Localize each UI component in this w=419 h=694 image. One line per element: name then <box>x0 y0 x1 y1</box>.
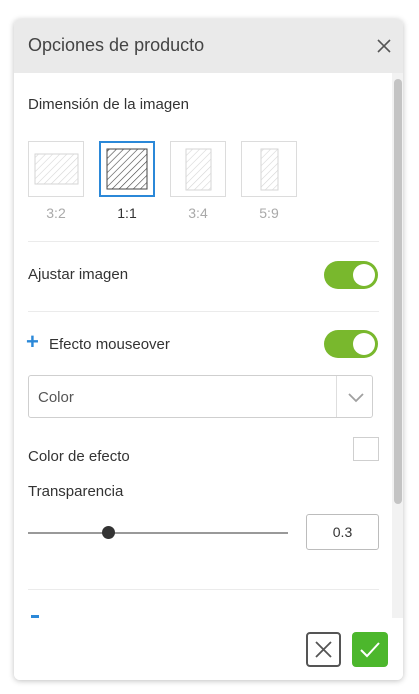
divider <box>28 241 379 242</box>
close-icon <box>315 641 332 658</box>
panel-title: Opciones de producto <box>28 35 205 55</box>
ratio-option-1-1[interactable] <box>99 141 155 197</box>
confirm-button[interactable] <box>352 632 388 667</box>
image-dimension-label: Dimensión de la imagen <box>28 96 189 113</box>
scrollbar-thumb[interactable] <box>394 79 402 504</box>
chevron-down-icon <box>348 393 364 403</box>
toggle-knob <box>353 264 375 286</box>
effect-type-select[interactable]: Color <box>28 375 373 418</box>
effect-type-value: Color <box>38 389 74 406</box>
transparency-slider-track[interactable] <box>28 532 288 534</box>
ratio-3-2-icon <box>34 153 79 185</box>
effect-color-swatch[interactable] <box>353 437 379 461</box>
check-icon <box>360 642 380 658</box>
divider <box>28 311 379 312</box>
ratio-label-3-4: 3:4 <box>188 205 208 221</box>
ratio-option-5-9[interactable] <box>241 141 297 197</box>
mouseover-label: Efecto mouseover <box>49 336 170 353</box>
fit-image-toggle[interactable] <box>324 261 378 289</box>
cancel-button[interactable] <box>306 632 341 667</box>
ratio-label-3-2: 3:2 <box>46 205 66 221</box>
ratio-option-3-2[interactable] <box>28 141 84 197</box>
select-separator <box>336 376 337 417</box>
close-icon[interactable] <box>374 36 394 56</box>
product-options-panel: Opciones de producto Dimensión de la ima… <box>14 19 403 680</box>
panel-footer <box>14 618 403 680</box>
fit-image-label: Ajustar imagen <box>28 266 129 283</box>
effect-color-label: Color de efecto <box>28 448 130 465</box>
divider <box>28 589 379 590</box>
transparency-input[interactable] <box>306 514 379 550</box>
ratio-label-1-1: 1:1 <box>117 205 137 221</box>
ratio-3-4-icon <box>185 148 212 191</box>
ratio-1-1-icon <box>106 148 148 190</box>
ratio-option-3-4[interactable] <box>170 141 226 197</box>
plus-icon[interactable]: + <box>26 331 42 353</box>
panel-header: Opciones de producto <box>14 19 403 73</box>
transparency-slider-thumb[interactable] <box>102 526 115 539</box>
ratio-5-9-icon <box>260 148 279 191</box>
mouseover-toggle[interactable] <box>324 330 378 358</box>
ratio-label-5-9: 5:9 <box>259 205 279 221</box>
transparency-label: Transparencia <box>28 483 124 500</box>
toggle-knob <box>353 333 375 355</box>
